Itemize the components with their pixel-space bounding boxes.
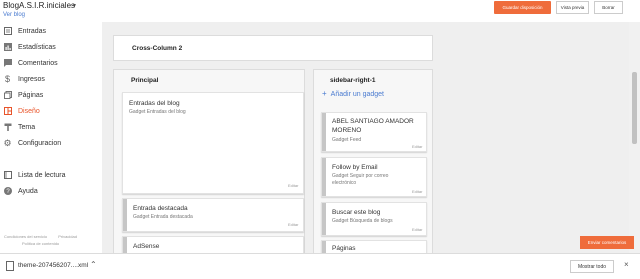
chevron-up-icon[interactable]: ⌃ <box>90 260 97 269</box>
sidebar-item-label: Entradas <box>18 27 47 35</box>
footer-links: Condiciones del servicio Privacidad <box>4 234 77 239</box>
drag-handle[interactable] <box>322 203 326 235</box>
drag-handle[interactable] <box>322 113 326 151</box>
edit-link[interactable]: Editar <box>288 222 298 227</box>
gadget-title: Follow by Email <box>332 164 378 171</box>
gadget-card-feed[interactable]: ABEL SANTIAGO AMADOR MORENO Gadget Feed … <box>321 112 427 152</box>
terms-link[interactable]: Condiciones del servicio <box>4 234 47 239</box>
sidebar-item-label: Diseño <box>18 107 40 115</box>
pages-icon <box>3 91 12 100</box>
edit-link[interactable]: Editar <box>412 189 422 194</box>
sidebar-item-posts[interactable]: Entradas <box>3 25 99 37</box>
sidebar-item-stats[interactable]: Estadísticas <box>3 41 99 53</box>
content-policy-link[interactable]: Política de contenido <box>22 241 59 246</box>
principal-title: Principal <box>131 77 159 84</box>
sidebar-item-help[interactable]: ? Ayuda <box>3 185 99 197</box>
gadget-card-blog-posts[interactable]: Entradas del blog Gadget Entradas del bl… <box>122 92 304 194</box>
drag-handle[interactable] <box>123 237 127 253</box>
preview-button[interactable]: Vista previa <box>556 1 589 14</box>
close-icon[interactable]: × <box>624 260 629 269</box>
plus-icon: + <box>322 89 327 98</box>
drag-handle[interactable] <box>322 241 326 253</box>
gadget-card-follow-email[interactable]: Follow by Email Gadget Seguir por correo… <box>321 157 427 197</box>
sidebar-item-label: Lista de lectura <box>18 171 66 179</box>
sidebar-item-earnings[interactable]: $ Ingresos <box>3 73 99 85</box>
delete-button[interactable]: Borrar <box>594 1 623 14</box>
gadget-card-search[interactable]: Buscar este blog Gadget Búsqueda de blog… <box>321 202 427 236</box>
sidebar-item-label: Ingresos <box>18 75 45 83</box>
top-bar: BlogA.S.I.R.iniciales ▼ Ver blog Guardar… <box>0 0 640 22</box>
sidebar-item-settings[interactable]: ⚙ Configuracion <box>3 137 99 149</box>
layout-editor: Cross-Column 2 Principal Entradas del bl… <box>102 22 629 253</box>
gadget-card-featured-post[interactable]: Entrada destacada Gadget Entrada destaca… <box>122 198 304 232</box>
gadget-subtitle: Gadget Entrada destacada <box>133 214 193 220</box>
sidebar-item-comments[interactable]: Comentarios <box>3 57 99 69</box>
sidebar-item-label: Estadísticas <box>18 43 56 51</box>
view-blog-link[interactable]: Ver blog <box>3 12 25 18</box>
caret-down-icon[interactable]: ▼ <box>72 3 77 9</box>
show-all-button[interactable]: Mostrar todo <box>570 260 614 273</box>
gadget-subtitle: Gadget Búsqueda de blogs <box>332 218 393 224</box>
drag-handle[interactable] <box>123 199 127 231</box>
drag-handle[interactable] <box>322 158 326 196</box>
scroll-thumb[interactable] <box>632 72 637 144</box>
gadget-card-adsense[interactable]: AdSense <box>122 236 304 253</box>
gadget-subtitle: Gadget Feed <box>332 137 362 143</box>
cross-column-section[interactable]: Cross-Column 2 <box>113 35 433 61</box>
gadget-title: Entradas del blog <box>129 100 180 107</box>
sidebar-item-pages[interactable]: Páginas <box>3 89 99 101</box>
download-filename[interactable]: theme-207456207....xml <box>18 262 88 269</box>
dollar-icon: $ <box>4 74 10 84</box>
gadget-title: Buscar este blog <box>332 209 381 216</box>
gadget-title: ABEL SANTIAGO AMADOR MORENO <box>332 118 414 134</box>
cross-column-title: Cross-Column 2 <box>132 45 183 52</box>
save-layout-button[interactable]: Guardar disposición <box>494 1 551 14</box>
principal-column: Principal Entradas del blog Gadget Entra… <box>113 69 305 253</box>
edit-link[interactable]: Editar <box>412 227 422 232</box>
sidebar-right-title: sidebar-right-1 <box>330 77 376 84</box>
sidebar-item-theme[interactable]: Tema <box>3 121 99 133</box>
gadget-subtitle: Gadget Seguir por correo electrónico <box>332 173 389 186</box>
edit-link[interactable]: Editar <box>412 144 422 149</box>
comments-icon <box>3 59 12 68</box>
sidebar-item-label: Comentarios <box>18 59 58 67</box>
sidebar-item-reading-list[interactable]: Lista de lectura <box>3 169 99 181</box>
file-icon <box>6 261 14 271</box>
sidebar-item-label: Páginas <box>18 91 44 99</box>
stats-icon <box>3 43 12 52</box>
add-gadget-link[interactable]: + Añadir un gadget <box>322 89 384 98</box>
sidebar-item-label: Tema <box>18 123 36 131</box>
gadget-title: Entrada destacada <box>133 205 188 212</box>
blog-title[interactable]: BlogA.S.I.R.iniciales <box>3 1 75 10</box>
gadget-title: Páginas <box>332 245 356 252</box>
send-feedback-button[interactable]: Enviar comentarios <box>580 236 634 249</box>
page-scrollbar[interactable] <box>629 22 640 253</box>
sidebar-nav: Entradas Estadísticas Comentarios $ Ingr… <box>0 22 102 253</box>
sidebar-item-label: Configuracion <box>18 139 62 147</box>
posts-icon <box>3 27 12 36</box>
theme-icon <box>3 123 12 132</box>
download-bar: theme-207456207....xml ⌃ Mostrar todo × <box>0 253 640 279</box>
layout-icon <box>3 107 12 116</box>
gadget-card-pages[interactable]: Páginas <box>321 240 427 253</box>
reading-list-icon <box>3 171 12 180</box>
sidebar-item-layout[interactable]: Diseño <box>3 105 99 117</box>
privacy-link[interactable]: Privacidad <box>58 234 77 239</box>
edit-link[interactable]: Editar <box>288 183 298 188</box>
gear-icon: ⚙ <box>3 137 12 148</box>
help-icon: ? <box>3 187 12 196</box>
gadget-subtitle: Gadget Entradas del blog <box>129 109 186 115</box>
gadget-title: AdSense <box>133 243 160 250</box>
sidebar-item-label: Ayuda <box>18 187 38 195</box>
